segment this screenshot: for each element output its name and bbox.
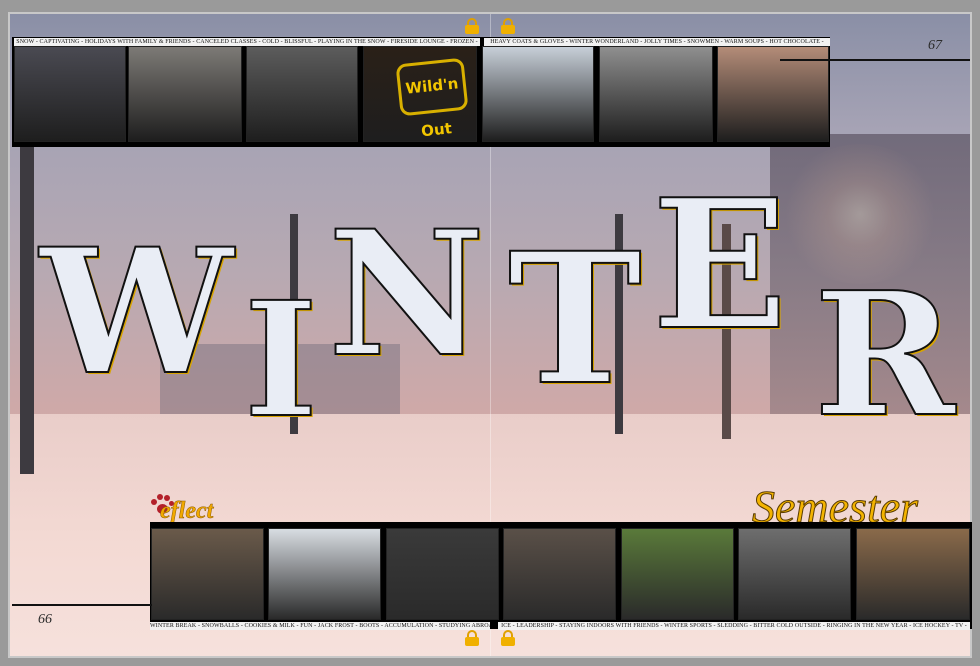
mascot-with-staff-photo[interactable] [151, 528, 264, 620]
mascot-with-children-photo[interactable] [856, 528, 970, 620]
shot-put-athlete-photo[interactable] [621, 528, 734, 620]
page-rule-left [12, 604, 152, 606]
page-number-left: 66 [38, 612, 52, 627]
wrestling-match-photo[interactable] [246, 46, 358, 142]
title-letter-n: N [327, 192, 486, 395]
caption-bottom-right: ICE - LEADERSHIP - STAYING INDOORS WITH … [498, 622, 970, 630]
caption-top-left: SNOW - CAPTIVATING - HOLIDAYS WITH FAMIL… [14, 38, 480, 46]
title-letter-i: I [243, 268, 319, 453]
page-number-right: 67 [928, 38, 942, 53]
lock-icon[interactable] [501, 18, 515, 34]
title-letter-e: E [651, 160, 789, 369]
snowball-fight-photo[interactable] [268, 528, 381, 620]
title-letter-r: R [813, 255, 956, 455]
title-letter-t: T [507, 214, 643, 425]
basketball-game-photo[interactable] [386, 528, 499, 620]
lock-icon[interactable] [501, 630, 515, 646]
caption-top-right: HEAVY COATS & GLOVES - WINTER WONDERLAND… [484, 38, 830, 46]
reflect-heading: eflect [160, 498, 214, 525]
javelin-throw-photo[interactable] [599, 46, 713, 142]
cheer-team-photo[interactable] [738, 528, 851, 620]
lock-icon[interactable] [465, 18, 479, 34]
cafeteria-group-photo[interactable] [503, 528, 616, 620]
page-rule-right [780, 59, 970, 61]
wild-n-out-stage-photo[interactable]: Wild'n Out [363, 46, 477, 142]
title-letter-w: W [39, 210, 234, 413]
tree-trunk-left [20, 144, 34, 474]
snow-lying-photo[interactable] [482, 46, 594, 142]
wild-n-out-sign: Wild'n Out [395, 57, 469, 140]
group-photo-students[interactable] [14, 46, 126, 142]
caption-bottom-left: WINTER BREAK - SNOWBALLS - COOKIES & MIL… [150, 622, 490, 630]
lock-icon[interactable] [465, 630, 479, 646]
group-photo-tshirts[interactable] [128, 46, 242, 142]
